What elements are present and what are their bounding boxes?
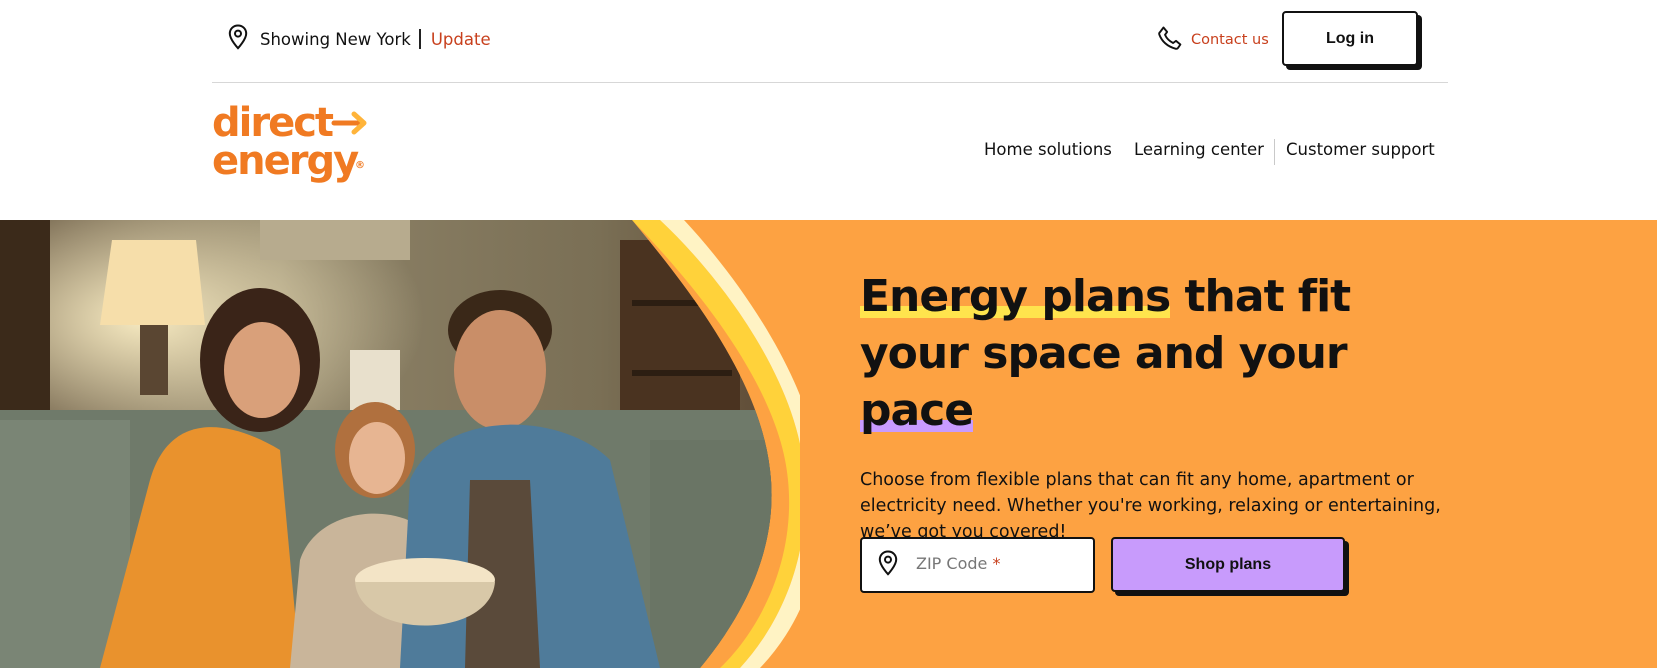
map-pin-icon (878, 550, 898, 580)
update-location-link[interactable]: Update (431, 30, 491, 49)
location-divider (418, 29, 421, 49)
nav-customer-support[interactable]: Customer support (1286, 140, 1435, 159)
logo-text-energy: energy (212, 138, 359, 184)
zip-code-input[interactable] (910, 555, 1060, 575)
zip-search-form: ZIP Code * Shop plans (860, 537, 1460, 597)
hero-family-photo (0, 220, 800, 668)
nav-divider (1274, 139, 1275, 165)
shop-plans-button[interactable]: Shop plans (1111, 537, 1345, 592)
logo-registered-mark: ® (355, 160, 365, 171)
location-indicator: Showing New York Update (228, 24, 491, 54)
utility-bar: Showing New York Update Contact us Log i… (212, 0, 1448, 83)
hero-title-highlight-1: Energy plans (860, 271, 1171, 322)
hero-description: Choose from flexible plans that can fit … (860, 470, 1441, 542)
location-text: Showing New York (260, 29, 411, 49)
nav-home-solutions[interactable]: Home solutions (984, 140, 1112, 159)
zip-code-field[interactable]: ZIP Code * (860, 537, 1095, 593)
nav-learning-center[interactable]: Learning center (1134, 140, 1264, 159)
hero-section: Energy plans that fit your space and you… (0, 220, 1657, 668)
contact-us-link[interactable]: Contact us (1157, 26, 1269, 54)
hero-title: Energy plans that fit your space and you… (860, 268, 1460, 439)
hero-title-highlight-2: pace (860, 385, 974, 436)
hero-content: Energy plans that fit your space and you… (860, 268, 1460, 593)
login-button[interactable]: Log in (1282, 11, 1418, 66)
contact-us-label: Contact us (1191, 32, 1269, 48)
direct-energy-logo[interactable]: direct energy ® (212, 103, 372, 186)
logo-arrow-icon (330, 110, 372, 136)
phone-icon (1157, 25, 1183, 55)
map-pin-icon (228, 24, 248, 54)
